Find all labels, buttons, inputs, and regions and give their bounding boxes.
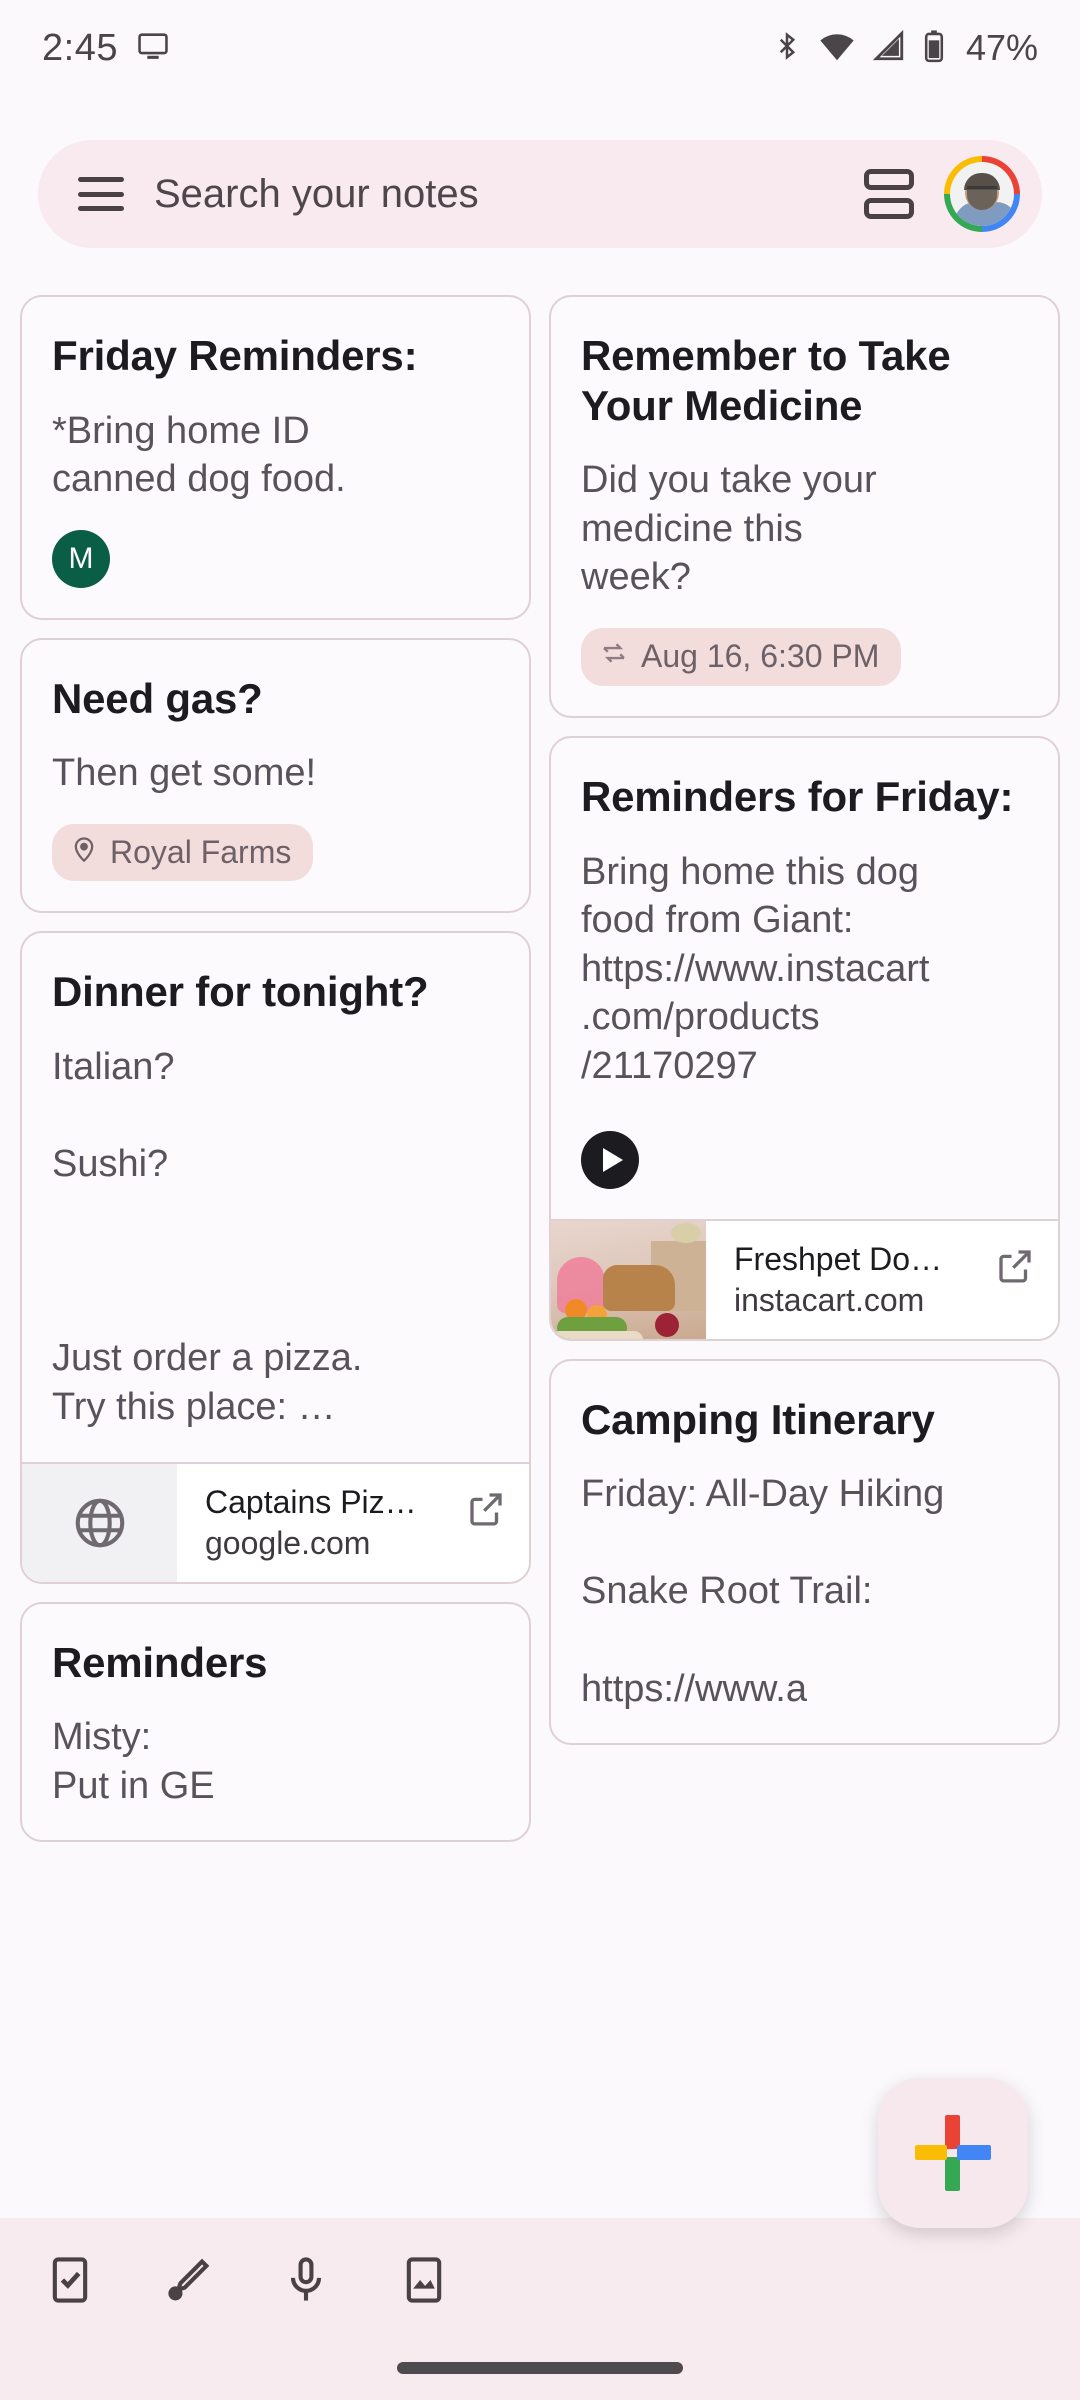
note-card-dinner-tonight[interactable]: Dinner for tonight? Italian? Sushi? Just… [20,930,531,1584]
note-body: Bring home this dog food from Giant: htt… [581,850,930,1088]
cellular-signal-icon [872,29,906,68]
bottom-toolbar [0,2218,1080,2400]
reminder-chip[interactable]: Aug 16, 6:30 PM [581,627,902,686]
status-bar: 2:45 47% [0,0,1080,96]
link-preview[interactable]: Freshpet Do… instacart.com [551,1218,1058,1339]
status-bar-left: 2:45 [42,27,170,70]
search-input[interactable]: Search your notes [154,172,842,217]
grocery-photo-thumbnail [551,1220,706,1339]
link-preview-title: Freshpet Do… [734,1240,943,1277]
note-title: Friday Reminders: [52,332,418,379]
globe-icon [22,1463,177,1582]
battery-percent: 47% [965,27,1038,68]
notes-app-screen: 2:45 47% Search your notes Friday Remind… [0,0,1080,2400]
google-plus-new-note-icon [915,2115,991,2191]
note-body: Friday: All-Day Hiking Snake Root Trail:… [581,1473,945,1710]
bottom-toolbar-icons [0,2218,1080,2308]
note-title: Reminders [52,1638,268,1686]
note-card-reminders[interactable]: Reminders Misty: Put in GE [20,1601,531,1843]
note-body: *Bring home ID canned dog food. [52,409,346,501]
note-body: Italian? Sushi? Just order a pizza. Try … [52,1045,363,1428]
note-body: Then get some! [52,752,317,795]
play-audio-icon[interactable] [581,1130,639,1189]
note-card-need-gas[interactable]: Need gas? Then get some! Royal Farms [20,637,531,913]
note-body: Did you take your medicine this week? [581,459,877,599]
open-in-new-icon[interactable] [994,1221,1058,1339]
bluetooth-icon [772,29,802,68]
note-body: Misty: Put in GE [52,1716,215,1807]
note-title: Need gas? [52,674,263,722]
battery-icon [922,29,946,68]
location-chip-label: Royal Farms [110,833,292,870]
list-view-toggle-icon[interactable] [864,169,914,219]
account-avatar[interactable] [944,156,1020,232]
avatar-photo [950,162,1014,226]
monitor-icon [136,29,170,68]
note-card-friday-reminders[interactable]: Friday Reminders: *Bring home ID canned … [20,295,531,620]
note-title: Dinner for tonight? [52,967,429,1015]
note-title: Reminders for Friday: [581,772,1014,820]
new-list-icon[interactable] [42,2252,98,2308]
status-bar-right: 47% [772,27,1038,69]
note-card-reminders-for-friday[interactable]: Reminders for Friday: Bring home this do… [549,735,1060,1341]
location-pin-icon [70,834,98,871]
search-bar[interactable]: Search your notes [38,140,1042,248]
note-title: Remember to Take Your Medicine [581,332,951,429]
new-voice-note-icon[interactable] [278,2252,334,2308]
link-preview-title: Captains Piz… [205,1483,417,1520]
link-preview-text: Captains Piz… google.com [177,1464,465,1582]
open-in-new-icon[interactable] [465,1464,529,1582]
wifi-icon [818,29,856,68]
notes-column-left: Friday Reminders: *Bring home ID canned … [20,295,531,2400]
link-preview[interactable]: Captains Piz… google.com [22,1461,529,1582]
link-preview-domain: instacart.com [734,1281,925,1318]
new-note-fab[interactable] [878,2078,1028,2228]
collaborator-avatar[interactable]: M [52,529,110,588]
repeat-icon [599,638,629,676]
location-chip[interactable]: Royal Farms [52,823,314,881]
reminder-chip-label: Aug 16, 6:30 PM [641,638,880,675]
link-preview-text: Freshpet Do… instacart.com [706,1221,994,1339]
hamburger-menu-icon[interactable] [78,177,124,211]
note-title: Camping Itinerary [581,1395,935,1443]
new-drawing-icon[interactable] [160,2252,216,2308]
home-gesture-bar[interactable] [397,2362,683,2374]
status-clock: 2:45 [42,26,118,69]
link-preview-domain: google.com [205,1524,371,1561]
new-image-note-icon[interactable] [396,2252,452,2308]
note-card-take-medicine[interactable]: Remember to Take Your Medicine Did you t… [549,295,1060,718]
note-card-camping-itinerary[interactable]: Camping Itinerary Friday: All-Day Hiking… [549,1358,1060,1746]
